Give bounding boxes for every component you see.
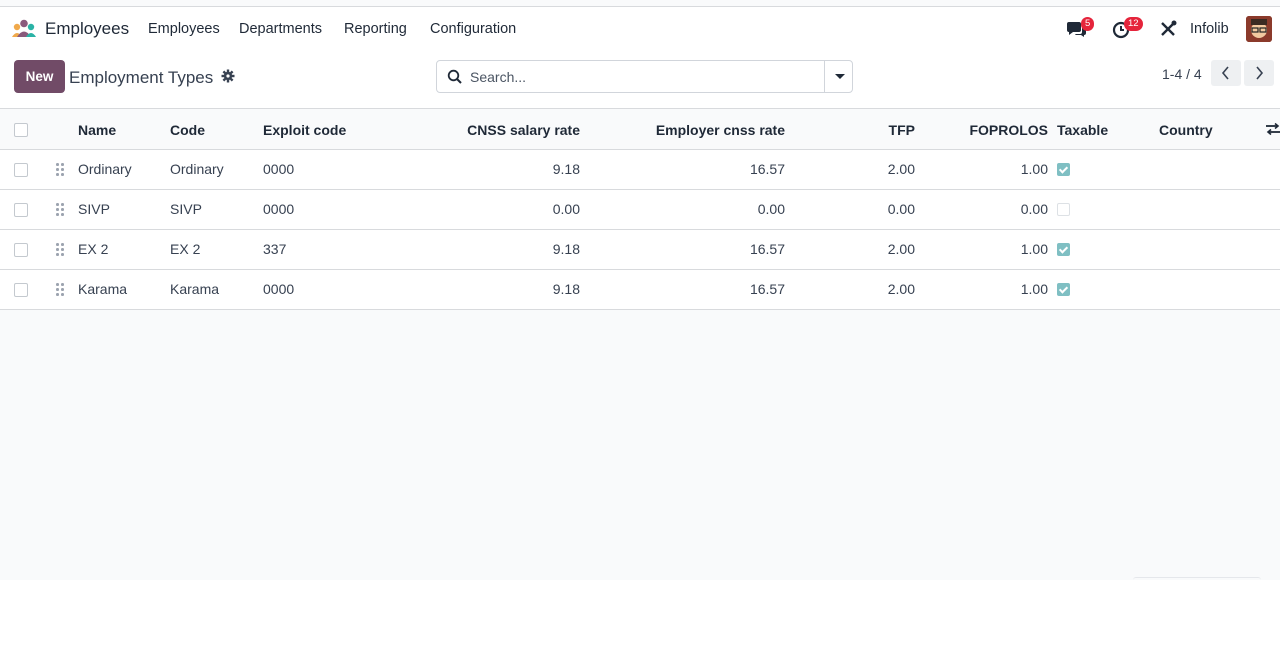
messages-badge: 5 <box>1081 17 1095 31</box>
cell-foprolos[interactable]: 1.00 <box>950 281 1048 297</box>
cell-cnss-salary-rate[interactable]: 9.18 <box>420 161 580 177</box>
company-switcher[interactable]: Infolib <box>1190 21 1229 37</box>
chevron-right-icon <box>1256 66 1264 80</box>
select-all-checkbox[interactable] <box>14 123 28 137</box>
cell-tfp[interactable]: 0.00 <box>840 201 915 217</box>
column-foprolos[interactable]: FOPROLOS <box>950 122 1048 138</box>
pager-value[interactable]: 1-4 / 4 <box>1162 66 1202 82</box>
user-avatar[interactable] <box>1246 16 1272 42</box>
cell-code[interactable]: SIVP <box>170 201 202 217</box>
cell-exploit-code[interactable]: 337 <box>263 241 286 257</box>
cell-tfp[interactable]: 2.00 <box>840 281 915 297</box>
cell-name[interactable]: SIVP <box>78 201 110 217</box>
cell-foprolos[interactable]: 1.00 <box>950 161 1048 177</box>
column-country[interactable]: Country <box>1159 122 1213 138</box>
menu-configuration[interactable]: Configuration <box>430 21 516 37</box>
optional-columns-icon[interactable] <box>1265 122 1280 136</box>
column-exploit-code[interactable]: Exploit code <box>263 122 346 138</box>
cell-employer-cnss-rate[interactable]: 0.00 <box>600 201 785 217</box>
row-checkbox[interactable] <box>14 243 28 257</box>
table-row[interactable]: Karama Karama 0000 9.18 16.57 2.00 1.00 <box>0 270 1280 310</box>
column-taxable[interactable]: Taxable <box>1057 122 1108 138</box>
cell-name[interactable]: Ordinary <box>78 161 132 177</box>
control-panel: New Employment Types 1-4 / 4 <box>0 49 1280 109</box>
bottom-panel-edge <box>1133 577 1261 580</box>
cell-name[interactable]: EX 2 <box>78 241 108 257</box>
column-name[interactable]: Name <box>78 122 116 138</box>
cell-code[interactable]: EX 2 <box>170 241 200 257</box>
cell-tfp[interactable]: 2.00 <box>840 161 915 177</box>
table-header: Name Code Exploit code CNSS salary rate … <box>0 110 1280 150</box>
main-navbar: Employees Employees Departments Reportin… <box>0 7 1280 49</box>
cell-foprolos[interactable]: 0.00 <box>950 201 1048 217</box>
cell-name[interactable]: Karama <box>78 281 127 297</box>
gear-icon[interactable] <box>221 69 235 83</box>
caret-down-icon <box>835 74 845 79</box>
tools-icon[interactable] <box>1158 19 1180 39</box>
search-input[interactable] <box>470 67 820 87</box>
column-employer-cnss-rate[interactable]: Employer cnss rate <box>600 122 785 138</box>
menu-employees[interactable]: Employees <box>148 21 220 37</box>
cell-foprolos[interactable]: 1.00 <box>950 241 1048 257</box>
avatar-icon <box>1246 16 1272 42</box>
column-tfp[interactable]: TFP <box>840 122 915 138</box>
taxable-checkbox[interactable] <box>1057 203 1070 216</box>
app-name[interactable]: Employees <box>45 19 129 39</box>
row-checkbox[interactable] <box>14 283 28 297</box>
row-checkbox[interactable] <box>14 163 28 177</box>
page-title[interactable]: Employment Types <box>69 68 213 88</box>
search-options-toggle[interactable] <box>824 61 853 92</box>
menu-departments[interactable]: Departments <box>239 21 322 37</box>
row-checkbox[interactable] <box>14 203 28 217</box>
search-icon <box>447 69 462 84</box>
cell-employer-cnss-rate[interactable]: 16.57 <box>600 241 785 257</box>
employees-app-icon <box>12 19 36 37</box>
pager-next-button[interactable] <box>1244 60 1274 86</box>
search-bar <box>436 60 853 93</box>
cell-exploit-code[interactable]: 0000 <box>263 281 294 297</box>
app-brand[interactable] <box>11 18 37 40</box>
drag-handle-icon[interactable] <box>56 243 66 257</box>
chevron-left-icon <box>1221 66 1229 80</box>
taxable-checkbox[interactable] <box>1057 283 1070 296</box>
cell-exploit-code[interactable]: 0000 <box>263 201 294 217</box>
column-cnss-salary-rate[interactable]: CNSS salary rate <box>420 122 580 138</box>
cell-tfp[interactable]: 2.00 <box>840 241 915 257</box>
table-row[interactable]: EX 2 EX 2 337 9.18 16.57 2.00 1.00 <box>0 230 1280 270</box>
cell-cnss-salary-rate[interactable]: 9.18 <box>420 241 580 257</box>
taxable-checkbox[interactable] <box>1057 243 1070 256</box>
pager-previous-button[interactable] <box>1211 60 1241 86</box>
table-row[interactable]: SIVP SIVP 0000 0.00 0.00 0.00 0.00 <box>0 190 1280 230</box>
cell-employer-cnss-rate[interactable]: 16.57 <box>600 161 785 177</box>
menu-reporting[interactable]: Reporting <box>344 21 407 37</box>
cell-exploit-code[interactable]: 0000 <box>263 161 294 177</box>
cell-cnss-salary-rate[interactable]: 9.18 <box>420 281 580 297</box>
cell-employer-cnss-rate[interactable]: 16.57 <box>600 281 785 297</box>
drag-handle-icon[interactable] <box>56 163 66 177</box>
new-button[interactable]: New <box>14 60 65 93</box>
cell-cnss-salary-rate[interactable]: 0.00 <box>420 201 580 217</box>
column-code[interactable]: Code <box>170 122 205 138</box>
drag-handle-icon[interactable] <box>56 203 66 217</box>
cell-code[interactable]: Ordinary <box>170 161 224 177</box>
activities-badge: 12 <box>1124 17 1143 31</box>
taxable-checkbox[interactable] <box>1057 163 1070 176</box>
cell-code[interactable]: Karama <box>170 281 219 297</box>
drag-handle-icon[interactable] <box>56 283 66 297</box>
table-row[interactable]: Ordinary Ordinary 0000 9.18 16.57 2.00 1.00 <box>0 150 1280 190</box>
